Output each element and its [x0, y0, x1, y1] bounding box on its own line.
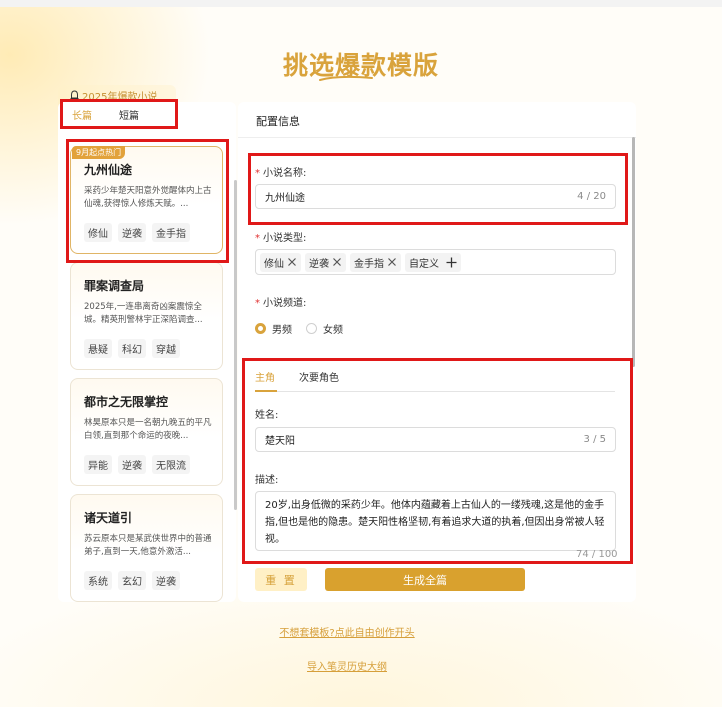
- card-tag: 穿越: [152, 339, 180, 358]
- free-create-link[interactable]: 不想套模板?点此自由创作开头: [0, 624, 694, 639]
- template-card[interactable]: 都市之无限掌控 林昊原本只是一名朝九晚五的平凡白领,直到那个命运的夜晚... 异…: [70, 378, 223, 486]
- channel-radio-female[interactable]: 女频: [306, 321, 343, 336]
- novel-type-label: * 小说类型:: [255, 233, 307, 244]
- type-tag: 修仙: [260, 252, 301, 272]
- card-tag: 悬疑: [84, 339, 112, 358]
- novel-channel-label: * 小说频道:: [255, 298, 307, 309]
- novel-type-field[interactable]: 修仙 逆袭 金手指 自定义: [255, 249, 616, 275]
- config-title: 配置信息: [256, 115, 300, 128]
- card-title: 罪案调查局: [84, 279, 145, 293]
- top-bar: [0, 0, 722, 7]
- tab-short[interactable]: 短篇: [119, 107, 139, 122]
- channel-radio-male[interactable]: 男频: [255, 321, 292, 336]
- card-title: 诸天道引: [84, 511, 133, 525]
- highlight-box-name: [248, 153, 628, 225]
- radio-selected-icon: [255, 323, 266, 334]
- card-tag: 逆袭: [152, 571, 180, 590]
- config-divider: [238, 137, 636, 138]
- card-tag: 玄幻: [118, 571, 146, 590]
- card-tags: 系统 玄幻 逆袭: [84, 571, 186, 590]
- config-scrollbar[interactable]: [632, 137, 635, 367]
- title-underline-decoration: [319, 75, 373, 81]
- card-description: 苏云原本只是某武侠世界中的普通弟子,直到一天,他意外激活...: [84, 534, 212, 557]
- close-icon[interactable]: [387, 257, 397, 267]
- generate-button[interactable]: 生成全篇: [325, 568, 525, 591]
- card-tag: 无限流: [152, 455, 190, 474]
- card-tag: 逆袭: [118, 455, 146, 474]
- card-tags: 悬疑 科幻 穿越: [84, 339, 186, 358]
- card-tags: 异能 逆袭 无限流: [84, 455, 196, 474]
- card-tag: 异能: [84, 455, 112, 474]
- required-mark: *: [255, 233, 260, 244]
- card-description: 林昊原本只是一名朝九晚五的平凡白领,直到那个命运的夜晚...: [84, 418, 212, 441]
- required-mark: *: [255, 298, 260, 309]
- reset-button[interactable]: 重 置: [255, 568, 307, 591]
- card-description: 2025年,一连串离奇凶案震惊全城。精英刑警林宇正深陷调查...: [84, 302, 203, 325]
- plus-icon: [446, 257, 457, 267]
- type-tag: 金手指: [350, 252, 401, 272]
- card-title: 都市之无限掌控: [84, 395, 169, 409]
- close-icon[interactable]: [332, 257, 342, 267]
- highlight-box-role: [242, 358, 633, 564]
- highlight-box-card: [66, 139, 229, 263]
- card-tag: 系统: [84, 571, 112, 590]
- length-tabs: 长篇 短篇: [60, 99, 178, 129]
- custom-type-button[interactable]: 自定义: [405, 252, 461, 272]
- radio-unselected-icon: [306, 323, 317, 334]
- card-tag: 科幻: [118, 339, 146, 358]
- template-card[interactable]: 诸天道引 苏云原本只是某武侠世界中的普通弟子,直到一天,他意外激活... 系统 …: [70, 494, 223, 602]
- template-card[interactable]: 罪案调查局 2025年,一连串离奇凶案震惊全城。精英刑警林宇正深陷调查... 悬…: [70, 262, 223, 370]
- import-outline-link[interactable]: 导入笔灵历史大纲: [0, 658, 694, 673]
- close-icon[interactable]: [287, 257, 297, 267]
- template-list-scrollbar[interactable]: [234, 180, 237, 510]
- type-tag: 逆袭: [305, 252, 346, 272]
- tab-long[interactable]: 长篇: [72, 107, 92, 122]
